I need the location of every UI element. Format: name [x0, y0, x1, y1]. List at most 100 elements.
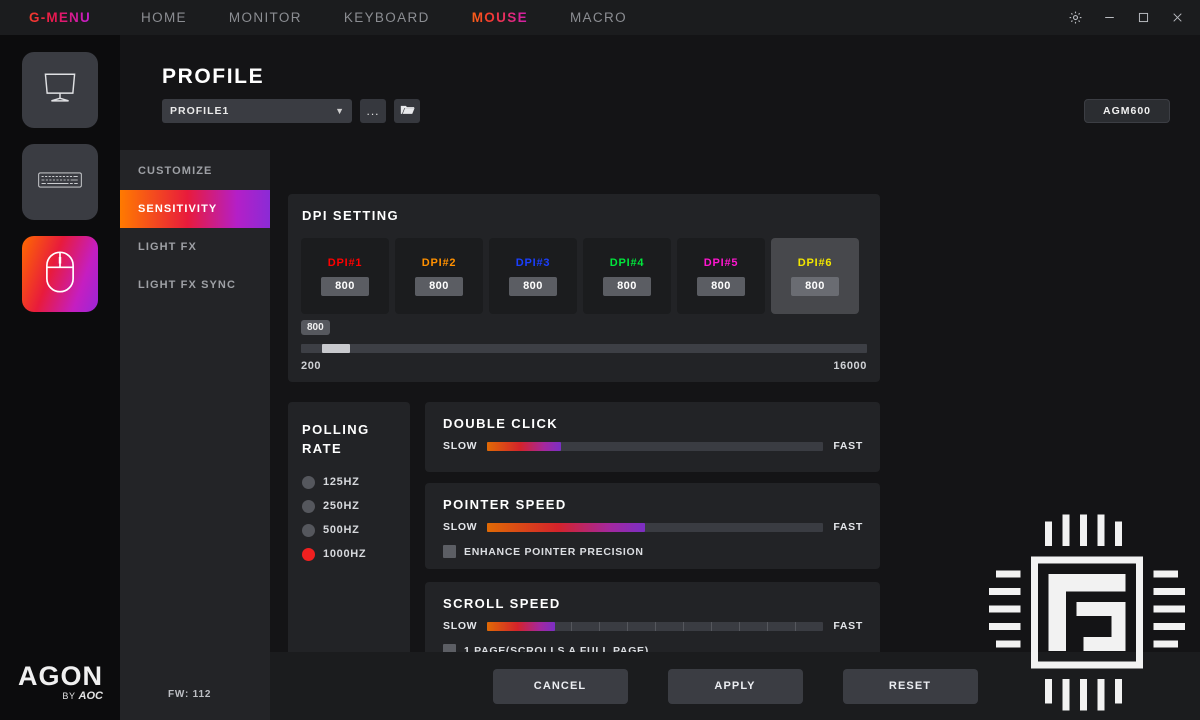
tab-mouse[interactable]: MOUSE: [451, 0, 549, 35]
device-rail: AGON BY AOC: [0, 35, 120, 720]
radio-selected-icon[interactable]: [302, 547, 315, 561]
dpi-setting-card: DPI SETTING DPI#1 800 DPI#2 800 DPI#3 80…: [288, 194, 880, 382]
device-mouse-button[interactable]: [22, 236, 98, 312]
dpi-preset-3[interactable]: DPI#3 800: [489, 238, 577, 314]
dpi-preset-grid: DPI#1 800 DPI#2 800 DPI#3 800 DPI#4 800: [301, 238, 859, 314]
agon-by-text: BY: [62, 691, 76, 701]
pointer-speed-slider[interactable]: [487, 522, 824, 532]
pointer-speed-slider-fill: [487, 522, 646, 532]
double-click-slider[interactable]: [487, 441, 824, 451]
device-keyboard-button[interactable]: [22, 144, 98, 220]
radio-icon[interactable]: [302, 475, 315, 489]
polling-option-125hz[interactable]: 125HZ: [302, 470, 366, 494]
scroll-speed-slider-fill: [487, 621, 555, 631]
tab-macro[interactable]: MACRO: [549, 0, 648, 35]
profile-select[interactable]: PROFILE1 ▼: [162, 99, 352, 123]
polling-option-250hz-label: 250HZ: [323, 500, 360, 512]
dpi-preset-4-label: DPI#4: [609, 256, 645, 269]
reset-button[interactable]: RESET: [842, 668, 978, 704]
device-monitor-button[interactable]: [22, 52, 98, 128]
action-footer: CANCEL APPLY RESET: [270, 652, 1200, 720]
pointer-speed-card: POINTER SPEED SLOW FAST ENHANCE POINTER …: [425, 483, 880, 569]
maximize-icon[interactable]: [1126, 0, 1160, 35]
aoc-brand-text: AOC: [78, 690, 103, 702]
ellipsis-icon: ...: [366, 104, 380, 118]
apply-button[interactable]: APPLY: [667, 668, 803, 704]
checkbox-icon[interactable]: [443, 545, 456, 558]
dpi-preset-5-label: DPI#5: [703, 256, 739, 269]
pointer-speed-min-label: SLOW: [443, 521, 478, 533]
polling-option-250hz[interactable]: 250HZ: [302, 494, 366, 518]
dpi-preset-2[interactable]: DPI#2 800: [395, 238, 483, 314]
dpi-preset-3-label: DPI#3: [515, 256, 551, 269]
enhance-pointer-precision-checkbox[interactable]: ENHANCE POINTER PRECISION: [443, 545, 644, 558]
gear-icon[interactable]: [1058, 0, 1092, 35]
dpi-preset-2-value[interactable]: 800: [415, 276, 463, 296]
double-click-slider-fill: [487, 441, 562, 451]
profile-folder-button[interactable]: [394, 99, 420, 123]
agon-logo-text: AGON: [18, 661, 103, 691]
sidebar-item-light-fx[interactable]: LIGHT FX: [120, 228, 270, 266]
mouse-settings-page: PROFILE PROFILE1 ▼ ... AGM600 CUSTOMIZE …: [120, 35, 1200, 720]
chevron-down-icon: ▼: [335, 106, 344, 116]
profile-select-value: PROFILE1: [170, 105, 230, 117]
device-badge: AGM600: [1084, 99, 1170, 123]
dpi-preset-2-label: DPI#2: [421, 256, 457, 269]
polling-rate-options: 125HZ 250HZ 500HZ 1000HZ: [302, 470, 366, 566]
sub-nav: CUSTOMIZE SENSITIVITY LIGHT FX LIGHT FX …: [120, 150, 270, 720]
dpi-preset-6-label: DPI#6: [797, 256, 833, 269]
sidebar-item-sensitivity[interactable]: SENSITIVITY: [120, 190, 270, 228]
dpi-slider-range-labels: 200 16000: [301, 360, 867, 372]
radio-icon[interactable]: [302, 499, 315, 513]
monitor-icon: [39, 70, 81, 111]
title-bar: G-MENU HOME MONITOR KEYBOARD MOUSE MACRO: [0, 0, 1200, 35]
dpi-preset-4[interactable]: DPI#4 800: [583, 238, 671, 314]
dpi-preset-4-value[interactable]: 800: [603, 276, 651, 296]
minimize-icon[interactable]: [1092, 0, 1126, 35]
polling-option-1000hz-label: 1000HZ: [323, 548, 367, 560]
dpi-preset-1[interactable]: DPI#1 800: [301, 238, 389, 314]
dpi-slider-track[interactable]: [301, 344, 867, 353]
double-click-min-label: SLOW: [443, 440, 478, 452]
mouse-icon: [45, 250, 75, 299]
dpi-preset-5-value[interactable]: 800: [697, 276, 745, 296]
polling-option-500hz[interactable]: 500HZ: [302, 518, 366, 542]
dpi-preset-6[interactable]: DPI#6 800: [771, 238, 859, 314]
page-title: PROFILE: [162, 65, 265, 88]
main-nav-tabs: HOME MONITOR KEYBOARD MOUSE MACRO: [120, 0, 648, 35]
scroll-speed-min-label: SLOW: [443, 620, 478, 632]
dpi-preset-5[interactable]: DPI#5 800: [677, 238, 765, 314]
polling-option-125hz-label: 125HZ: [323, 476, 360, 488]
firmware-version: FW: 112: [168, 689, 212, 700]
sidebar-item-light-fx-sync[interactable]: LIGHT FX SYNC: [120, 266, 270, 304]
cancel-button[interactable]: CANCEL: [492, 668, 628, 704]
dpi-preset-3-value[interactable]: 800: [509, 276, 557, 296]
polling-option-1000hz[interactable]: 1000HZ: [302, 542, 366, 566]
polling-rate-card: POLLING RATE 125HZ 250HZ 500HZ 1000HZ: [288, 402, 410, 672]
profile-more-button[interactable]: ...: [360, 99, 386, 123]
pointer-speed-slider-row: SLOW FAST: [443, 521, 863, 533]
dpi-preset-1-value[interactable]: 800: [321, 276, 369, 296]
radio-icon[interactable]: [302, 523, 315, 537]
dpi-preset-6-value[interactable]: 800: [791, 276, 839, 296]
sidebar-item-customize[interactable]: CUSTOMIZE: [120, 152, 270, 190]
polling-option-500hz-label: 500HZ: [323, 524, 360, 536]
agon-logo: AGON BY AOC: [18, 661, 103, 703]
profile-controls: PROFILE1 ▼ ...: [162, 99, 420, 123]
double-click-title: DOUBLE CLICK: [443, 416, 559, 431]
close-icon[interactable]: [1160, 0, 1194, 35]
app-logo: G-MENU: [0, 10, 120, 25]
scroll-speed-max-label: FAST: [833, 620, 863, 632]
scroll-speed-slider[interactable]: [487, 621, 824, 631]
tab-keyboard[interactable]: KEYBOARD: [323, 0, 451, 35]
double-click-max-label: FAST: [833, 440, 863, 452]
double-click-slider-row: SLOW FAST: [443, 440, 863, 452]
dpi-setting-title: DPI SETTING: [302, 208, 400, 223]
double-click-card: DOUBLE CLICK SLOW FAST: [425, 402, 880, 472]
keyboard-icon: [38, 171, 82, 193]
tab-monitor[interactable]: MONITOR: [208, 0, 323, 35]
window-controls: [1058, 0, 1194, 35]
dpi-slider-thumb[interactable]: [321, 344, 350, 353]
tab-home[interactable]: HOME: [120, 0, 208, 35]
settings-content: DPI SETTING DPI#1 800 DPI#2 800 DPI#3 80…: [270, 150, 1200, 720]
